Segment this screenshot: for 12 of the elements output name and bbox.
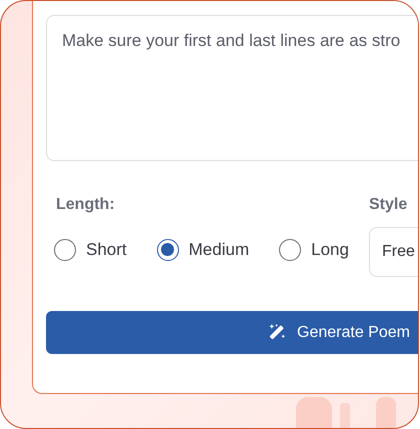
style-select[interactable]: Free (369, 227, 418, 277)
radio-button[interactable] (54, 238, 76, 261)
magic-wand-icon (268, 323, 288, 342)
radio-button[interactable] (156, 238, 179, 261)
length-radio-option[interactable]: Long (279, 237, 349, 262)
style-label: Style (369, 195, 408, 215)
length-label: Length: (56, 195, 116, 215)
text-area-field[interactable]: Make sure your first and last lines are as stro (46, 15, 418, 161)
length-radio-option[interactable]: Short (54, 237, 127, 262)
length-radio-option[interactable]: Medium (156, 237, 250, 262)
generate-poem-button[interactable]: Generate Poem (46, 311, 418, 354)
radio-button[interactable] (279, 238, 302, 261)
